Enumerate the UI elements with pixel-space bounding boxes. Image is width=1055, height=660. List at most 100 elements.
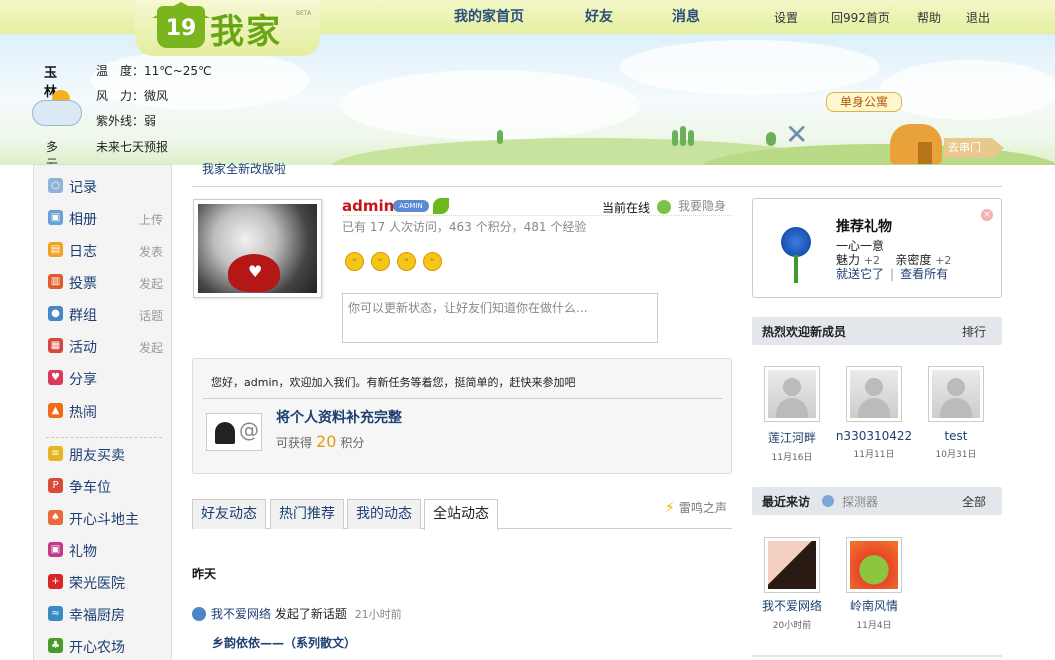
sidebar-item-label[interactable]: 记录 <box>69 177 97 197</box>
weather-forecast-link[interactable]: 未来七天预报 <box>96 138 168 155</box>
member-name[interactable]: test <box>916 429 996 443</box>
all-visitors-link[interactable]: 全部 <box>962 493 986 510</box>
member-card[interactable]: 莲江河畔 11月16日 <box>752 366 832 463</box>
sidebar-app-friend-trade[interactable]: ≡ 朋友买卖 <box>47 443 165 465</box>
avatar[interactable] <box>764 366 820 422</box>
nav-messages[interactable]: 消息 <box>672 6 700 26</box>
tab-hot-recommend[interactable]: 热门推荐 <box>270 499 344 529</box>
member-name[interactable]: n330310422 <box>834 429 914 443</box>
sidebar-item-event[interactable]: ▦ 活动 发起 <box>47 335 165 357</box>
sidebar-item-label[interactable]: 活动 <box>69 337 97 357</box>
avatar[interactable] <box>846 366 902 422</box>
rose-icon[interactable] <box>763 223 823 285</box>
ranking-link[interactable]: 排行 <box>962 323 986 340</box>
cloud-icon <box>32 100 82 126</box>
sidebar-app-landlord[interactable]: ♠ 开心斗地主 <box>47 507 165 529</box>
sidebar-item-label[interactable]: 群组 <box>69 305 97 325</box>
feed-topic-link[interactable]: 乡韵依依——（系列散文） <box>212 634 356 651</box>
heart-icon <box>228 254 280 292</box>
member-card[interactable]: n330310422 11月11日 <box>834 366 914 460</box>
blog-post-link[interactable]: 发表 <box>139 243 163 260</box>
send-gift-link[interactable]: 就送它了 <box>836 267 884 281</box>
sidebar-item-blog[interactable]: ▤ 日志 发表 <box>47 239 165 261</box>
username[interactable]: admin <box>342 197 394 215</box>
feed-user-link[interactable]: 我不爱网络 <box>211 607 271 621</box>
emoji-icon[interactable]: ᵕ <box>397 252 416 271</box>
sidebar-item-label[interactable]: 争车位 <box>69 477 111 497</box>
sidebar-app-farm[interactable]: ♣ 开心农场 <box>47 635 165 657</box>
task-title-link[interactable]: 将个人资料补充完整 <box>276 407 402 427</box>
emoji-icon[interactable]: ᵕ <box>345 252 364 271</box>
sidebar-item-label[interactable]: 热闹 <box>69 402 97 422</box>
avatar[interactable] <box>764 537 820 593</box>
nav-friends[interactable]: 好友 <box>585 6 613 26</box>
house-icon[interactable] <box>890 124 942 164</box>
sidebar-item-poll[interactable]: ▥ 投票 发起 <box>47 271 165 293</box>
nav-settings[interactable]: 设置 <box>774 9 798 26</box>
avatar[interactable] <box>193 199 322 298</box>
tab-my-activity[interactable]: 我的动态 <box>347 499 421 529</box>
nav-home[interactable]: 我的家首页 <box>454 6 524 26</box>
visitor-name[interactable]: 我不爱网络 <box>752 597 832 614</box>
status-input[interactable]: 你可以更新状态，让好友们知道你在做什么... <box>342 293 658 343</box>
nav-back-992[interactable]: 回992首页 <box>831 9 890 26</box>
stealth-icon[interactable] <box>657 200 671 214</box>
sidebar-app-hospital[interactable]: + 荣光医院 <box>47 571 165 593</box>
visitor-card[interactable]: 岭南风情 11月4日 <box>834 537 914 631</box>
thunder-link[interactable]: ⚡ 雷鸣之声 <box>665 499 727 516</box>
sidebar-app-gift[interactable]: ▣ 礼物 <box>47 539 165 561</box>
sidebar-item-label[interactable]: 幸福厨房 <box>69 605 125 625</box>
sidebar-item-label[interactable]: 投票 <box>69 273 97 293</box>
probe-link[interactable]: 探测器 <box>842 493 878 510</box>
sidebar-item-label[interactable]: 朋友买卖 <box>69 445 125 465</box>
sidebar-app-parking[interactable]: P 争车位 <box>47 475 165 497</box>
task-reward: 可获得 20 积分 <box>276 432 364 451</box>
sidebar-item-hot[interactable]: ▲ 热闹 <box>47 400 165 422</box>
windmill-icon: ✕ <box>785 118 809 151</box>
sidebar-item-label[interactable]: 分享 <box>69 369 97 389</box>
logo-text[interactable]: 我家 <box>210 4 282 53</box>
group-topic-link[interactable]: 话题 <box>139 307 163 324</box>
cloud-decoration <box>620 40 880 95</box>
avatar[interactable] <box>928 366 984 422</box>
emoji-icon[interactable]: ᵕ <box>371 252 390 271</box>
house-door-icon <box>918 142 932 164</box>
event-start-link[interactable]: 发起 <box>139 339 163 356</box>
avatar[interactable] <box>846 537 902 593</box>
sidebar-item-label[interactable]: 开心农场 <box>69 637 125 657</box>
nav-logout[interactable]: 退出 <box>966 9 990 26</box>
feed-action: 发起了新话题 <box>274 607 347 621</box>
stealth-link[interactable]: 我要隐身 <box>678 197 726 214</box>
sidebar-item-album[interactable]: ▣ 相册 上传 <box>47 207 165 229</box>
sidebar-item-label[interactable]: 礼物 <box>69 541 97 561</box>
sidebar-item-label[interactable]: 开心斗地主 <box>69 509 139 529</box>
single-apartment-bubble[interactable]: 单身公寓 <box>826 92 902 112</box>
profile-task-icon[interactable]: @ <box>206 413 262 451</box>
member-name[interactable]: 莲江河畔 <box>752 429 832 446</box>
hot-icon: ▲ <box>48 403 63 418</box>
sidebar-item-label[interactable]: 日志 <box>69 241 97 261</box>
revamp-notice[interactable]: 我家全新改版啦 <box>202 160 286 177</box>
close-icon[interactable]: × <box>981 209 993 221</box>
tab-friend-activity[interactable]: 好友动态 <box>192 499 266 529</box>
member-card[interactable]: test 10月31日 <box>916 366 996 460</box>
view-all-gifts-link[interactable]: 查看所有 <box>900 267 948 281</box>
feed-item: 我不爱网络 发起了新话题 21小时前 <box>211 605 402 622</box>
leaf-icon[interactable] <box>433 198 449 214</box>
sidebar-app-kitchen[interactable]: ≈ 幸福厨房 <box>47 603 165 625</box>
visitor-name[interactable]: 岭南风情 <box>834 597 914 614</box>
emoji-icon[interactable]: ᵕ <box>423 252 442 271</box>
album-upload-link[interactable]: 上传 <box>139 211 163 228</box>
tab-site-activity[interactable]: 全站动态 <box>424 499 498 530</box>
sidebar-item-label[interactable]: 荣光医院 <box>69 573 125 593</box>
visit-sign[interactable]: 去串门 <box>944 138 1004 158</box>
nav-help[interactable]: 帮助 <box>917 9 941 26</box>
visitor-card[interactable]: 我不爱网络 20小时前 <box>752 537 832 631</box>
logo-badge[interactable]: 19 <box>157 6 205 48</box>
tree-decoration <box>672 130 678 146</box>
sidebar-item-group[interactable]: ● 群组 话题 <box>47 303 165 325</box>
sidebar-item-share[interactable]: ♥ 分享 <box>47 367 165 389</box>
sidebar-item-record[interactable]: ○ 记录 <box>47 175 165 197</box>
poll-start-link[interactable]: 发起 <box>139 275 163 292</box>
sidebar-item-label[interactable]: 相册 <box>69 209 97 229</box>
